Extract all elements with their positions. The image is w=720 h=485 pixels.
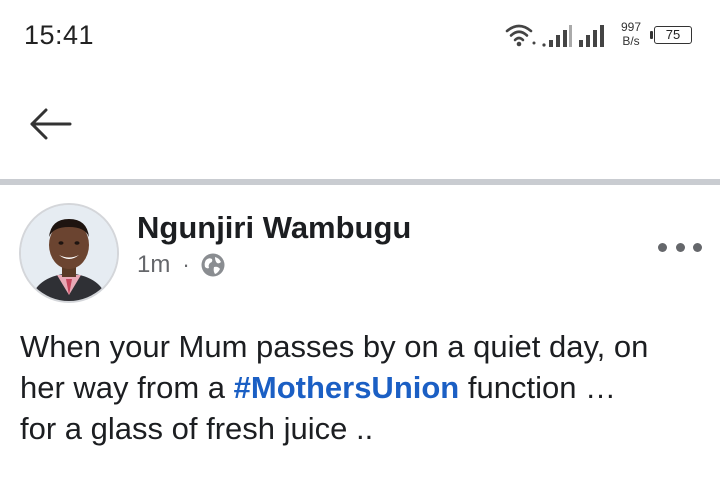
signal-icon	[542, 25, 572, 47]
back-button[interactable]	[24, 100, 76, 148]
profile-photo	[21, 205, 117, 301]
more-dots-icon	[675, 242, 685, 252]
battery-tip	[650, 31, 653, 39]
post-author-name[interactable]: Ngunjiri Wambugu	[137, 210, 411, 246]
arrow-left-icon	[30, 108, 72, 140]
post-text: When your Mum passes by on a quiet day, …	[20, 326, 710, 449]
network-speed-unit: B/s	[622, 34, 640, 48]
battery-icon: 75	[650, 26, 692, 44]
more-dots-icon	[693, 242, 702, 252]
status-bar: 15:41 997 B/s 75	[0, 0, 720, 72]
more-dots-icon	[658, 242, 667, 252]
more-options-button[interactable]	[658, 238, 702, 256]
battery-level: 75	[654, 26, 692, 44]
post-time[interactable]: 1m	[137, 251, 170, 279]
hashtag-link[interactable]: #MothersUnion	[234, 370, 460, 405]
screen: 15:41 997 B/s 75 Ngunjiri Wambugu 1m · W…	[0, 0, 720, 485]
signal-icon	[579, 25, 604, 47]
post-text-line: her way from a #MothersUnion function …	[20, 367, 710, 408]
avatar[interactable]	[19, 203, 119, 303]
post-text-segment: function …	[459, 370, 617, 405]
post-text-line: When your Mum passes by on a quiet day, …	[20, 329, 649, 364]
header-divider	[0, 179, 720, 185]
post-text-line: for a glass of fresh juice ..	[20, 411, 374, 446]
globe-icon	[201, 253, 225, 277]
network-speed: 997 B/s	[617, 20, 645, 48]
wifi-icon	[505, 24, 536, 47]
meta-separator: ·	[182, 252, 190, 277]
post-text-segment: her way from a	[20, 370, 234, 405]
status-time: 15:41	[24, 20, 95, 50]
network-speed-value: 997	[620, 20, 642, 34]
post-meta: 1m ·	[137, 250, 226, 280]
